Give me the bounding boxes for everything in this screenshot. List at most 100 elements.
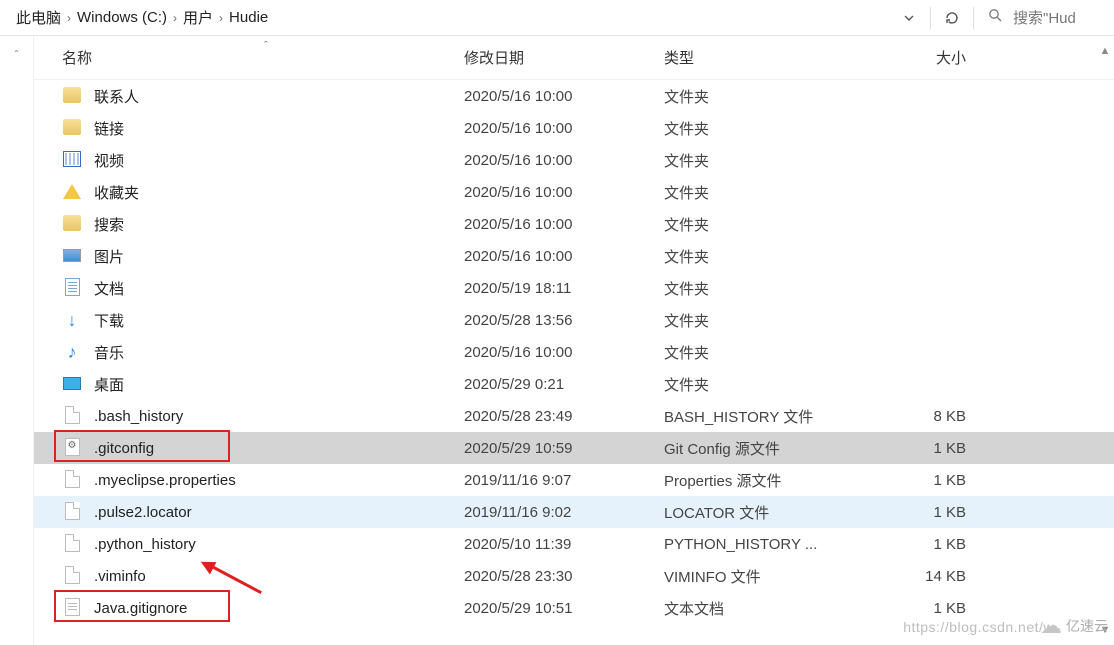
file-date: 2020/5/10 11:39 bbox=[464, 536, 664, 553]
file-name: .viminfo bbox=[94, 568, 146, 585]
file-name: .python_history bbox=[94, 536, 196, 553]
links-icon bbox=[62, 117, 82, 139]
file-date: 2020/5/16 10:00 bbox=[464, 88, 664, 105]
breadcrumb-segment[interactable]: Windows (C:) bbox=[77, 9, 167, 26]
file-type: PYTHON_HISTORY ... bbox=[664, 536, 872, 553]
file-name-cell[interactable]: 收藏夹 bbox=[34, 181, 464, 203]
file-row[interactable]: .bash_history2020/5/28 23:49BASH_HISTORY… bbox=[34, 400, 1114, 432]
file-name-cell[interactable]: ↓下载 bbox=[34, 310, 464, 331]
text-file-icon bbox=[62, 597, 82, 620]
vertical-scrollbar[interactable]: ▲ ▼ bbox=[1096, 42, 1114, 639]
breadcrumb-segment[interactable]: Hudie bbox=[229, 9, 268, 26]
column-header-name[interactable]: 名称 bbox=[34, 47, 464, 68]
file-date: 2020/5/29 10:59 bbox=[464, 440, 664, 457]
file-date: 2020/5/16 10:00 bbox=[464, 152, 664, 169]
file-row[interactable]: ♪音乐2020/5/16 10:00文件夹 bbox=[34, 336, 1114, 368]
file-name-cell[interactable]: .pulse2.locator bbox=[34, 501, 464, 524]
file-name-cell[interactable]: 桌面 bbox=[34, 374, 464, 395]
file-row[interactable]: 图片2020/5/16 10:00文件夹 bbox=[34, 240, 1114, 272]
file-name-cell[interactable]: 搜索 bbox=[34, 213, 464, 235]
file-type: 文件夹 bbox=[664, 278, 872, 299]
file-date: 2020/5/16 10:00 bbox=[464, 184, 664, 201]
file-type: 文件夹 bbox=[664, 310, 872, 331]
file-type: 文件夹 bbox=[664, 246, 872, 267]
column-header-date[interactable]: 修改日期 bbox=[464, 47, 664, 68]
file-row[interactable]: .python_history 2020/5/10 11:39PYTHON_HIS… bbox=[34, 528, 1114, 560]
contacts-icon bbox=[62, 85, 82, 107]
file-name-cell[interactable]: .python_history bbox=[34, 533, 464, 556]
file-type: 文本文档 bbox=[664, 598, 872, 619]
file-type: 文件夹 bbox=[664, 214, 872, 235]
file-name: .myeclipse.properties bbox=[94, 472, 236, 489]
file-icon bbox=[62, 565, 82, 588]
file-row[interactable]: 联系人2020/5/16 10:00文件夹 bbox=[34, 80, 1114, 112]
breadcrumb[interactable]: 此电脑 › Windows (C:) › 用户 › Hudie bbox=[6, 7, 892, 28]
breadcrumb-segment[interactable]: 此电脑 bbox=[16, 7, 61, 28]
address-bar: 此电脑 › Windows (C:) › 用户 › Hudie 搜索"Hud bbox=[0, 0, 1114, 36]
column-header-type[interactable]: 类型 bbox=[664, 47, 872, 68]
scroll-up-button[interactable]: ▲ bbox=[1096, 42, 1114, 60]
separator bbox=[973, 7, 974, 29]
file-name: 文档 bbox=[94, 278, 124, 299]
video-icon bbox=[62, 149, 82, 171]
file-type: 文件夹 bbox=[664, 342, 872, 363]
history-dropdown-button[interactable] bbox=[892, 4, 926, 32]
file-row[interactable]: 链接2020/5/16 10:00文件夹 bbox=[34, 112, 1114, 144]
file-type: VIMINFO 文件 bbox=[664, 566, 872, 587]
file-size: 1 KB bbox=[872, 536, 992, 553]
file-size: 1 KB bbox=[872, 472, 992, 489]
documents-icon bbox=[62, 277, 82, 300]
file-date: 2019/11/16 9:02 bbox=[464, 504, 664, 521]
file-row[interactable]: .pulse2.locator2019/11/16 9:02LOCATOR 文件… bbox=[34, 496, 1114, 528]
file-name-cell[interactable]: Java.gitignore bbox=[34, 597, 464, 620]
file-size: 1 KB bbox=[872, 504, 992, 521]
chevron-right-icon: › bbox=[173, 11, 177, 25]
column-headers: ˆ 名称 修改日期 类型 大小 bbox=[34, 36, 1114, 80]
file-name-cell[interactable]: .bash_history bbox=[34, 405, 464, 428]
file-name: 联系人 bbox=[94, 86, 139, 107]
file-name-cell[interactable]: 图片 bbox=[34, 246, 464, 267]
search-box[interactable]: 搜索"Hud bbox=[978, 7, 1108, 28]
file-row[interactable]: ↓下载2020/5/28 13:56文件夹 bbox=[34, 304, 1114, 336]
file-name: 视频 bbox=[94, 150, 124, 171]
column-header-size[interactable]: 大小 bbox=[872, 47, 992, 68]
search-placeholder: 搜索"Hud bbox=[1013, 7, 1076, 28]
file-name-cell[interactable]: 视频 bbox=[34, 149, 464, 171]
scroll-track[interactable] bbox=[1096, 60, 1114, 621]
file-date: 2020/5/29 0:21 bbox=[464, 376, 664, 393]
file-date: 2020/5/19 18:11 bbox=[464, 280, 664, 297]
file-name-cell[interactable]: .myeclipse.properties bbox=[34, 469, 464, 492]
file-date: 2020/5/16 10:00 bbox=[464, 344, 664, 361]
file-date: 2020/5/28 23:30 bbox=[464, 568, 664, 585]
search-folder-icon bbox=[62, 213, 82, 235]
desktop-icon bbox=[62, 374, 82, 395]
file-name-cell[interactable]: .gitconfig bbox=[34, 437, 464, 460]
file-type: 文件夹 bbox=[664, 182, 872, 203]
separator bbox=[930, 7, 931, 29]
file-name-cell[interactable]: .viminfo bbox=[34, 565, 464, 588]
breadcrumb-segment[interactable]: 用户 bbox=[183, 7, 213, 28]
file-size: 1 KB bbox=[872, 600, 992, 617]
file-name-cell[interactable]: 文档 bbox=[34, 277, 464, 300]
file-name: Java.gitignore bbox=[94, 600, 187, 617]
chevron-right-icon: › bbox=[219, 11, 223, 25]
file-row[interactable]: .viminfo2020/5/28 23:30VIMINFO 文件14 KB bbox=[34, 560, 1114, 592]
file-row[interactable]: .gitconfig2020/5/29 10:59Git Config 源文件1… bbox=[34, 432, 1114, 464]
file-name: 下载 bbox=[94, 310, 124, 331]
file-name: .bash_history bbox=[94, 408, 183, 425]
file-size: 1 KB bbox=[872, 440, 992, 457]
file-name-cell[interactable]: ♪音乐 bbox=[34, 342, 464, 363]
file-name-cell[interactable]: 链接 bbox=[34, 117, 464, 139]
file-type: 文件夹 bbox=[664, 150, 872, 171]
file-row[interactable]: 收藏夹2020/5/16 10:00文件夹 bbox=[34, 176, 1114, 208]
nav-collapse-gutter[interactable]: ˆ bbox=[0, 36, 34, 645]
file-size: 8 KB bbox=[872, 408, 992, 425]
file-row[interactable]: .myeclipse.properties2019/11/16 9:07Prop… bbox=[34, 464, 1114, 496]
refresh-button[interactable] bbox=[935, 4, 969, 32]
file-row[interactable]: 搜索2020/5/16 10:00文件夹 bbox=[34, 208, 1114, 240]
file-name: 桌面 bbox=[94, 374, 124, 395]
file-row[interactable]: 桌面2020/5/29 0:21文件夹 bbox=[34, 368, 1114, 400]
file-name-cell[interactable]: 联系人 bbox=[34, 85, 464, 107]
file-row[interactable]: 文档 2020/5/19 18:11文件夹 bbox=[34, 272, 1114, 304]
file-row[interactable]: 视频 2020/5/16 10:00文件夹 bbox=[34, 144, 1114, 176]
